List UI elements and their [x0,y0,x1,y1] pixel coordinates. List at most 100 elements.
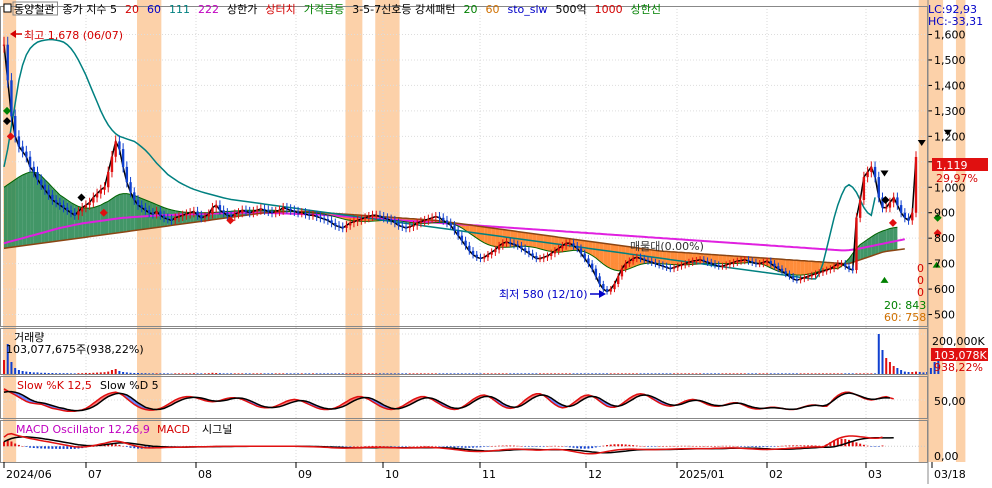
volume-bar [383,373,385,374]
candle-body [673,267,675,268]
candle-body [371,215,373,216]
ribbon-segment [585,241,589,254]
volume-bar [226,373,228,374]
candle-body [546,256,548,257]
macd-osc-bar [383,446,385,447]
macd-osc-bar [740,446,742,447]
candle-body [766,261,768,262]
volume-bar [863,373,865,374]
volume-bar [360,373,362,374]
candle-body [77,211,79,215]
macd-osc-bar [766,446,768,447]
volume-bar [602,373,604,374]
ribbon-segment [60,195,64,241]
candle-body [282,208,284,211]
macd-osc-bar [453,446,455,447]
sto-ytick: 50,00 [934,395,966,408]
volume-bar [744,373,746,374]
candle-body [651,261,653,262]
volume-bar [182,373,184,374]
price-tick-label: 1,200 [934,130,966,143]
ribbon-segment [127,194,131,232]
candle-body [565,243,567,246]
x-tick-label: 09 [298,468,312,481]
candle-body [490,252,492,255]
candle-body [55,200,57,203]
volume-bar [569,373,571,374]
macd-osc-bar [513,446,515,447]
x-tick-label: 02 [769,468,783,481]
ribbon-segment [108,199,112,234]
volume-bar [822,373,824,374]
volume-bar [372,373,374,374]
volume-bar [223,373,225,374]
candle-body [878,177,880,197]
candle-body [677,266,679,267]
ribbon-segment [618,245,622,270]
ribbon-segment [142,198,146,229]
x-tick-label: 03/18 [934,468,966,481]
candle-body [29,157,31,167]
candle-body [252,211,254,212]
volume-bar [48,373,50,374]
macd-osc-bar [721,446,723,447]
volume-bar [450,373,452,374]
macd-osc-bar [736,446,738,447]
ribbon-segment [75,205,79,239]
macd-osc-bar [692,446,694,447]
volume-bar [800,373,802,374]
candle-body [349,223,351,226]
volume-bar [63,373,65,374]
volume-bar [930,368,932,374]
macd-osc-bar [662,446,664,447]
volume-bar [651,373,653,374]
ribbon-segment [23,173,27,246]
candle-body [85,205,87,208]
candle-body [561,246,563,249]
macd-osc-bar [394,446,396,447]
candle-body [170,219,172,220]
volume-bar [18,370,20,374]
volume-bar [855,373,857,374]
volume-bar [747,373,749,374]
macd-osc-bar [401,446,403,447]
macd-osc-bar [3,442,5,447]
price-tick-label: 800 [934,232,955,245]
volume-bar [122,372,124,374]
macd-osc-bar [651,446,653,447]
macd-osc-bar [546,446,548,447]
candle-body [364,218,366,219]
candle-body [118,141,120,149]
volume-bar [85,373,87,374]
chart-canvas[interactable]: 1,6001,5001,4001,3001,2001,1001,00090080… [0,0,992,484]
candle-body [457,231,459,236]
macd-osc-bar [558,446,560,447]
volume-bar [673,373,675,374]
candle-body [315,215,317,216]
highlight-band-1 [137,0,161,462]
volume-bar [51,373,53,374]
volume-bar [297,373,299,374]
volume-bar [368,373,370,374]
volume-bar [520,373,522,374]
volume-bar [409,373,411,374]
candle-body [863,177,865,200]
candle-body [204,217,206,218]
volume-bar [156,373,158,374]
candle-body [438,217,440,218]
volume-bar [904,372,906,374]
candle-body [610,289,612,292]
ribbon-segment [26,172,30,245]
x-tick-label: 2025/01 [679,468,725,481]
macd-osc-bar [506,445,508,446]
ribbon-segment [789,260,793,275]
volume-bar [573,373,575,374]
macd-osc-bar [699,446,701,447]
candle-body [449,223,451,226]
candle-body [33,167,35,172]
candle-body [725,265,727,266]
volume-bar [483,373,485,374]
candle-body [803,278,805,279]
candle-body [25,152,27,157]
legend-item: 20 [125,3,139,16]
